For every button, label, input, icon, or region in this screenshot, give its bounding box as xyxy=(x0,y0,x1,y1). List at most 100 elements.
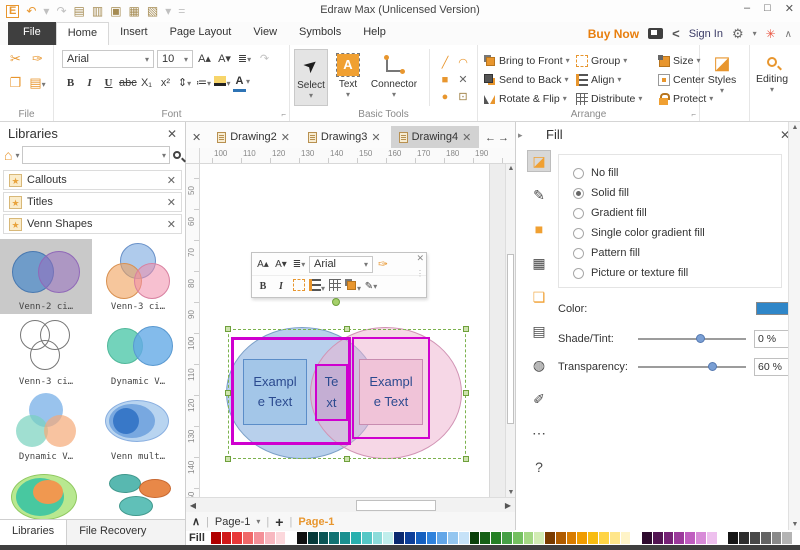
palette-color[interactable] xyxy=(254,532,264,544)
palette-color[interactable] xyxy=(265,532,275,544)
home-dropdown-icon[interactable]: ▾ xyxy=(15,151,19,160)
sign-in-link[interactable]: Sign In xyxy=(689,28,723,40)
ribbon-tab[interactable]: Home xyxy=(56,22,109,45)
horizontal-scroll-thumb[interactable] xyxy=(356,500,436,511)
palette-color[interactable] xyxy=(524,532,534,544)
palette-color[interactable] xyxy=(427,532,437,544)
palette-color[interactable] xyxy=(459,532,469,544)
fill-option-radio[interactable]: Pattern fill xyxy=(573,243,781,263)
fill-option-radio[interactable]: No fill xyxy=(573,163,781,183)
palette-color[interactable] xyxy=(351,532,361,544)
panel-scrollbar[interactable]: ▲ ▼ xyxy=(788,122,800,530)
mini-italic-icon[interactable]: I xyxy=(273,281,289,292)
highlight-icon[interactable]: ▾ xyxy=(214,76,231,91)
selection-handle[interactable] xyxy=(463,390,469,396)
fill-option-radio[interactable]: Single color gradient fill xyxy=(573,223,781,243)
palette-color[interactable] xyxy=(577,532,587,544)
font-family-select[interactable]: Arial▾ xyxy=(62,50,154,68)
arrange-button[interactable]: Rotate & Flip ▾ xyxy=(484,89,576,108)
ribbon-tab[interactable]: Page Layout xyxy=(159,22,243,45)
palette-color[interactable] xyxy=(286,532,296,544)
ribbon-tab[interactable]: View xyxy=(242,22,288,45)
clear-format-icon[interactable]: ↷ xyxy=(256,52,273,67)
palette-color[interactable] xyxy=(631,532,641,544)
selection-handle[interactable] xyxy=(344,456,350,462)
crop-tool-icon[interactable] xyxy=(454,89,472,106)
arrange-button[interactable]: Group ▾ xyxy=(576,51,658,70)
palette-color[interactable] xyxy=(394,532,404,544)
library-shape[interactable]: Venn-3 ci… xyxy=(0,314,92,389)
mini-toolbar-handle-icon[interactable]: ⋮ xyxy=(416,269,424,278)
palette-color[interactable] xyxy=(685,532,695,544)
page-selector-dropdown-icon[interactable]: ▾ xyxy=(256,517,260,526)
selection-handle[interactable] xyxy=(225,456,231,462)
fill-color-swatch[interactable] xyxy=(756,302,792,315)
transparency-slider[interactable] xyxy=(638,366,746,368)
library-section-close-icon[interactable]: ✕ xyxy=(167,174,176,187)
arrange-button[interactable]: Distribute ▾ xyxy=(576,89,658,108)
palette-color[interactable] xyxy=(567,532,577,544)
page-tab-active[interactable]: Page-1 xyxy=(298,516,334,528)
arrange-button[interactable]: Center xyxy=(658,70,704,89)
palette-color[interactable] xyxy=(448,532,458,544)
library-shape[interactable]: Dynamic V… xyxy=(92,314,184,389)
underline-icon[interactable]: U xyxy=(100,76,117,91)
collapse-pagebar-icon[interactable]: ∧ xyxy=(192,515,200,528)
palette-color[interactable] xyxy=(405,532,415,544)
library-section-close-icon[interactable]: ✕ xyxy=(167,196,176,209)
palette-color[interactable] xyxy=(761,532,771,544)
maximize-button[interactable]: □ xyxy=(764,2,771,15)
ribbon-tab[interactable]: Insert xyxy=(109,22,159,45)
arrange-button[interactable]: Size ▾ xyxy=(658,51,704,70)
panel-scroll-down-icon[interactable]: ▼ xyxy=(789,521,800,528)
library-shape[interactable]: Venn-3 ci… xyxy=(92,239,184,314)
drawing-tab[interactable]: Drawing3 ✕ xyxy=(300,126,389,148)
palette-color[interactable] xyxy=(480,532,490,544)
palette-color[interactable] xyxy=(588,532,598,544)
superscript-icon[interactable]: x² xyxy=(157,76,174,91)
cut-icon[interactable]: ✂ xyxy=(5,51,27,75)
palette-color[interactable] xyxy=(416,532,426,544)
fill-option-radio[interactable]: Picture or texture fill xyxy=(573,263,781,283)
mini-style-icon[interactable]: ✎▾ xyxy=(363,281,379,292)
font-color-icon[interactable]: A▾ xyxy=(233,74,250,92)
add-page-button[interactable]: + xyxy=(275,514,283,530)
palette-color[interactable] xyxy=(437,532,447,544)
buy-now-link[interactable]: Buy Now xyxy=(588,27,639,41)
styles-button[interactable]: Styles ▾ xyxy=(700,45,744,95)
page-selector[interactable]: Page-1 xyxy=(215,516,250,528)
ellipse-tool-icon[interactable] xyxy=(436,89,454,106)
basic-tool-button[interactable]: ➤ Select ▾ xyxy=(294,49,328,106)
selection-handle[interactable] xyxy=(344,326,350,332)
palette-color[interactable] xyxy=(718,532,728,544)
line-spacing-icon[interactable]: ⇕▾ xyxy=(176,76,193,91)
mini-order-icon[interactable]: ▾ xyxy=(345,279,361,294)
palette-color[interactable] xyxy=(707,532,717,544)
library-shape[interactable]: Venn mult… xyxy=(92,389,184,464)
collapse-ribbon-icon[interactable] xyxy=(785,28,792,40)
basic-tool-button[interactable]: A Text ▾ xyxy=(331,49,365,106)
palette-color[interactable] xyxy=(610,532,620,544)
palette-color[interactable] xyxy=(599,532,609,544)
fill-option-radio[interactable]: Solid fill xyxy=(573,183,781,203)
palette-color[interactable] xyxy=(545,532,555,544)
mini-distribute-icon[interactable] xyxy=(327,279,343,294)
close-button[interactable]: ✕ xyxy=(785,2,794,15)
drawing-tab[interactable]: Drawing4 ✕ xyxy=(391,126,480,148)
palette-color[interactable] xyxy=(319,532,329,544)
palette-color[interactable] xyxy=(642,532,652,544)
editing-button[interactable]: Editing ▾ xyxy=(750,45,794,94)
search-icon[interactable] xyxy=(173,151,181,159)
palette-color[interactable] xyxy=(534,532,544,544)
rectangle-tool-icon[interactable] xyxy=(436,72,454,89)
scroll-right-icon[interactable]: ▶ xyxy=(501,501,515,510)
palette-color[interactable] xyxy=(308,532,318,544)
mini-align-icon[interactable]: ▾ xyxy=(309,279,325,294)
panel-side-icon[interactable]: ◍ xyxy=(527,354,551,376)
library-section[interactable]: Venn Shapes ✕ xyxy=(3,214,182,234)
palette-color[interactable] xyxy=(772,532,782,544)
bold-icon[interactable]: B xyxy=(62,76,79,91)
palette-color[interactable] xyxy=(276,532,286,544)
increase-font-icon[interactable]: A▴ xyxy=(196,52,213,67)
palette-color[interactable] xyxy=(621,532,631,544)
